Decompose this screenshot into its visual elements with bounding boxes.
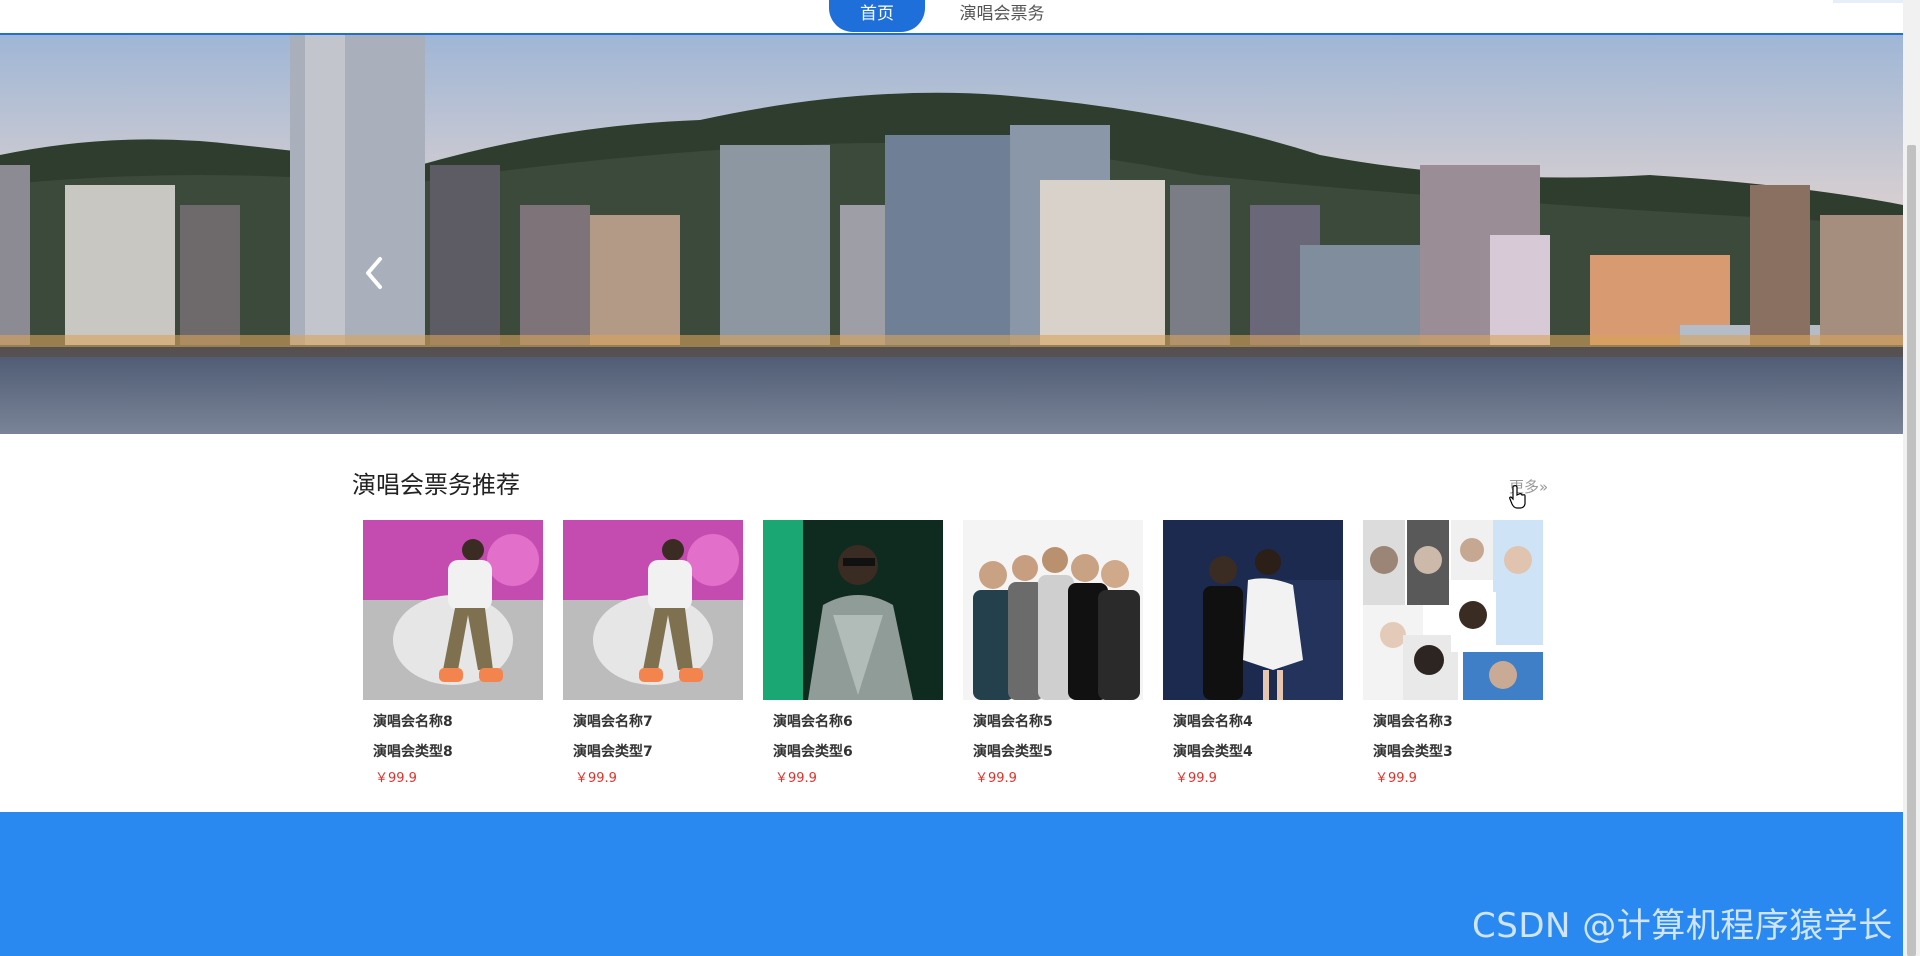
card-price: ￥99.9 bbox=[375, 771, 417, 786]
card-type: 演唱会类型6 bbox=[773, 744, 853, 760]
card-price: ￥99.9 bbox=[1175, 771, 1217, 786]
hand-cursor-icon bbox=[1509, 485, 1526, 509]
card-name[interactable]: 演唱会名称4 bbox=[1173, 711, 1253, 731]
section-title: 演唱会票务推荐 bbox=[352, 471, 520, 499]
scrollbar-thumb[interactable] bbox=[1907, 145, 1916, 956]
nav-tab-concert-tickets[interactable]: 演唱会票务 bbox=[947, 0, 1057, 32]
city-skyline-image bbox=[0, 35, 1903, 434]
card-price: ￥99.9 bbox=[1375, 771, 1417, 786]
nav-tab-home[interactable]: 首页 bbox=[829, 0, 925, 32]
card-name[interactable]: 演唱会名称5 bbox=[973, 711, 1053, 731]
nav-edge-decoration bbox=[1833, 0, 1903, 3]
card-image-collage bbox=[1363, 520, 1543, 700]
card-type: 演唱会类型8 bbox=[373, 744, 453, 760]
watermark: CSDN @计算机程序猿学长 bbox=[1472, 906, 1893, 946]
concert-card[interactable]: 演唱会名称6 演唱会类型6 ￥99.9 bbox=[763, 520, 943, 786]
card-name[interactable]: 演唱会名称3 bbox=[1373, 711, 1453, 731]
card-type: 演唱会类型4 bbox=[1173, 744, 1253, 760]
card-image-rapper bbox=[363, 520, 543, 700]
concert-card[interactable]: 演唱会名称5 演唱会类型5 ￥99.9 bbox=[963, 520, 1143, 786]
hero-banner[interactable] bbox=[0, 35, 1903, 434]
top-nav: 首页 演唱会票务 bbox=[0, 0, 1903, 35]
card-name[interactable]: 演唱会名称7 bbox=[573, 711, 653, 731]
card-image-band bbox=[963, 520, 1143, 700]
card-price: ￥99.9 bbox=[775, 771, 817, 786]
concert-card[interactable]: 演唱会名称8 演唱会类型8 ￥99.9 bbox=[363, 520, 543, 786]
card-price: ￥99.9 bbox=[975, 771, 1017, 786]
card-image-duet bbox=[1163, 520, 1343, 700]
card-type: 演唱会类型3 bbox=[1373, 744, 1453, 760]
card-name[interactable]: 演唱会名称8 bbox=[373, 711, 453, 731]
card-image-rapper bbox=[563, 520, 743, 700]
concert-card[interactable]: 演唱会名称4 演唱会类型4 ￥99.9 bbox=[1163, 520, 1343, 786]
concert-card[interactable]: 演唱会名称7 演唱会类型7 ￥99.9 bbox=[563, 520, 743, 786]
card-price: ￥99.9 bbox=[575, 771, 617, 786]
chevron-left-icon[interactable] bbox=[362, 253, 386, 293]
card-type: 演唱会类型5 bbox=[973, 744, 1053, 760]
card-image-singer bbox=[763, 520, 943, 700]
concert-card[interactable]: 演唱会名称3 演唱会类型3 ￥99.9 bbox=[1363, 520, 1543, 786]
card-type: 演唱会类型7 bbox=[573, 744, 653, 760]
vertical-scrollbar[interactable] bbox=[1903, 0, 1920, 956]
card-name[interactable]: 演唱会名称6 bbox=[773, 711, 853, 731]
